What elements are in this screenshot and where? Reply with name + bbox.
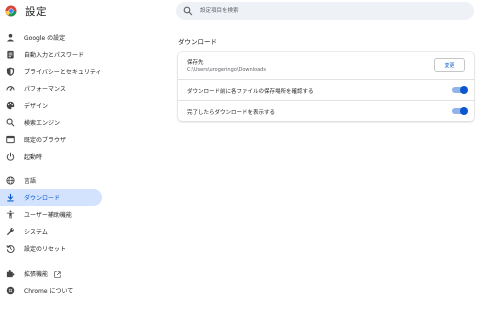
speedometer-icon: [6, 86, 15, 91]
sidebar-item-appearance[interactable]: デザイン: [0, 97, 102, 114]
location-label: 保存先: [187, 60, 204, 66]
sidebar-item-label: Google の設定: [24, 35, 66, 42]
search-icon: [183, 6, 193, 16]
accessibility-icon: [6, 210, 15, 219]
sidebar-item-system[interactable]: システム: [0, 223, 102, 240]
sidebar-item-label: デザイン: [24, 103, 49, 110]
puzzle-icon: [6, 270, 15, 278]
change-location-button[interactable]: 変更: [434, 58, 465, 72]
chrome-logo-icon: [5, 5, 17, 17]
sidebar-item-label: ダウンロード: [24, 195, 61, 202]
sidebar-item-label: プライバシーとセキュリティ: [24, 69, 102, 76]
sidebar-item-performance[interactable]: パフォーマンス: [0, 80, 102, 97]
setting-label: ダウンロード前に各ファイルの保存場所を確認する: [187, 89, 314, 95]
sidebar-item-label: ユーザー補助機能: [24, 212, 72, 219]
chrome-icon: [6, 286, 15, 295]
location-path: C:\Users\urogeringo\Downloads: [187, 67, 266, 73]
power-icon: [6, 152, 15, 161]
download-location-row: 保存先 C:\Users\urogeringo\Downloads 変更: [178, 52, 474, 79]
sidebar-item-privacy[interactable]: プライバシーとセキュリティ: [0, 63, 102, 80]
sidebar-item-label: 既定のブラウザ: [24, 137, 67, 144]
sidebar-item-downloads[interactable]: ダウンロード: [0, 189, 102, 206]
sidebar-item-label: 言語: [24, 178, 37, 185]
wrench-icon: [6, 227, 15, 236]
show-downloads-toggle[interactable]: [452, 107, 468, 115]
sidebar-item-extensions[interactable]: 拡張機能: [0, 265, 102, 282]
sidebar-item-autofill[interactable]: 自動入力とパスワード: [0, 46, 102, 63]
open-in-new-icon: [54, 271, 61, 278]
sidebar-item-default-browser[interactable]: 既定のブラウザ: [0, 131, 102, 148]
ask-location-toggle[interactable]: [452, 86, 468, 94]
sidebar-item-label: 拡張機能: [24, 269, 61, 278]
search-input[interactable]: [200, 4, 460, 18]
sidebar-item-search-engine[interactable]: 検索エンジン: [0, 114, 102, 131]
sidebar-item-on-startup[interactable]: 起動時: [0, 148, 102, 165]
browser-icon: [6, 135, 15, 144]
section-title: ダウンロード: [178, 38, 217, 46]
clipboard-icon: [7, 50, 14, 59]
page-title: 設定: [25, 6, 47, 18]
sidebar-item-languages[interactable]: 言語: [0, 172, 102, 189]
sidebar-item-label: Chrome について: [24, 288, 74, 295]
sidebar-item-reset[interactable]: 設定のリセット: [0, 240, 102, 257]
setting-label: 完了したらダウンロードを表示する: [187, 110, 276, 116]
sidebar-item-google-settings[interactable]: Google の設定: [0, 29, 102, 46]
sidebar-item-label: パフォーマンス: [24, 86, 66, 93]
sidebar-item-label: 検索エンジン: [24, 120, 61, 127]
person-icon: [6, 33, 15, 42]
reset-icon: [6, 245, 15, 253]
downloads-card: 保存先 C:\Users\urogeringo\Downloads 変更 ダウン…: [178, 52, 474, 121]
sidebar-item-label: 起動時: [24, 154, 43, 161]
shield-icon: [6, 67, 15, 76]
toggle-knob: [460, 86, 468, 94]
search-icon: [6, 118, 15, 127]
ask-location-row[interactable]: ダウンロード前に各ファイルの保存場所を確認する: [178, 79, 474, 101]
toggle-knob: [460, 107, 468, 115]
sidebar-item-accessibility[interactable]: ユーザー補助機能: [0, 206, 102, 223]
search-box[interactable]: [176, 2, 474, 20]
header: 設定: [0, 0, 500, 24]
palette-icon: [6, 101, 15, 110]
download-icon: [7, 193, 14, 202]
sidebar-item-label: 設定のリセット: [24, 246, 67, 253]
sidebar-item-label: システム: [24, 229, 48, 236]
show-downloads-row[interactable]: 完了したらダウンロードを表示する: [178, 100, 474, 122]
globe-icon: [6, 176, 15, 185]
sidebar-item-label: 自動入力とパスワード: [24, 52, 85, 59]
sidebar-item-about-chrome[interactable]: Chrome について: [0, 282, 102, 299]
